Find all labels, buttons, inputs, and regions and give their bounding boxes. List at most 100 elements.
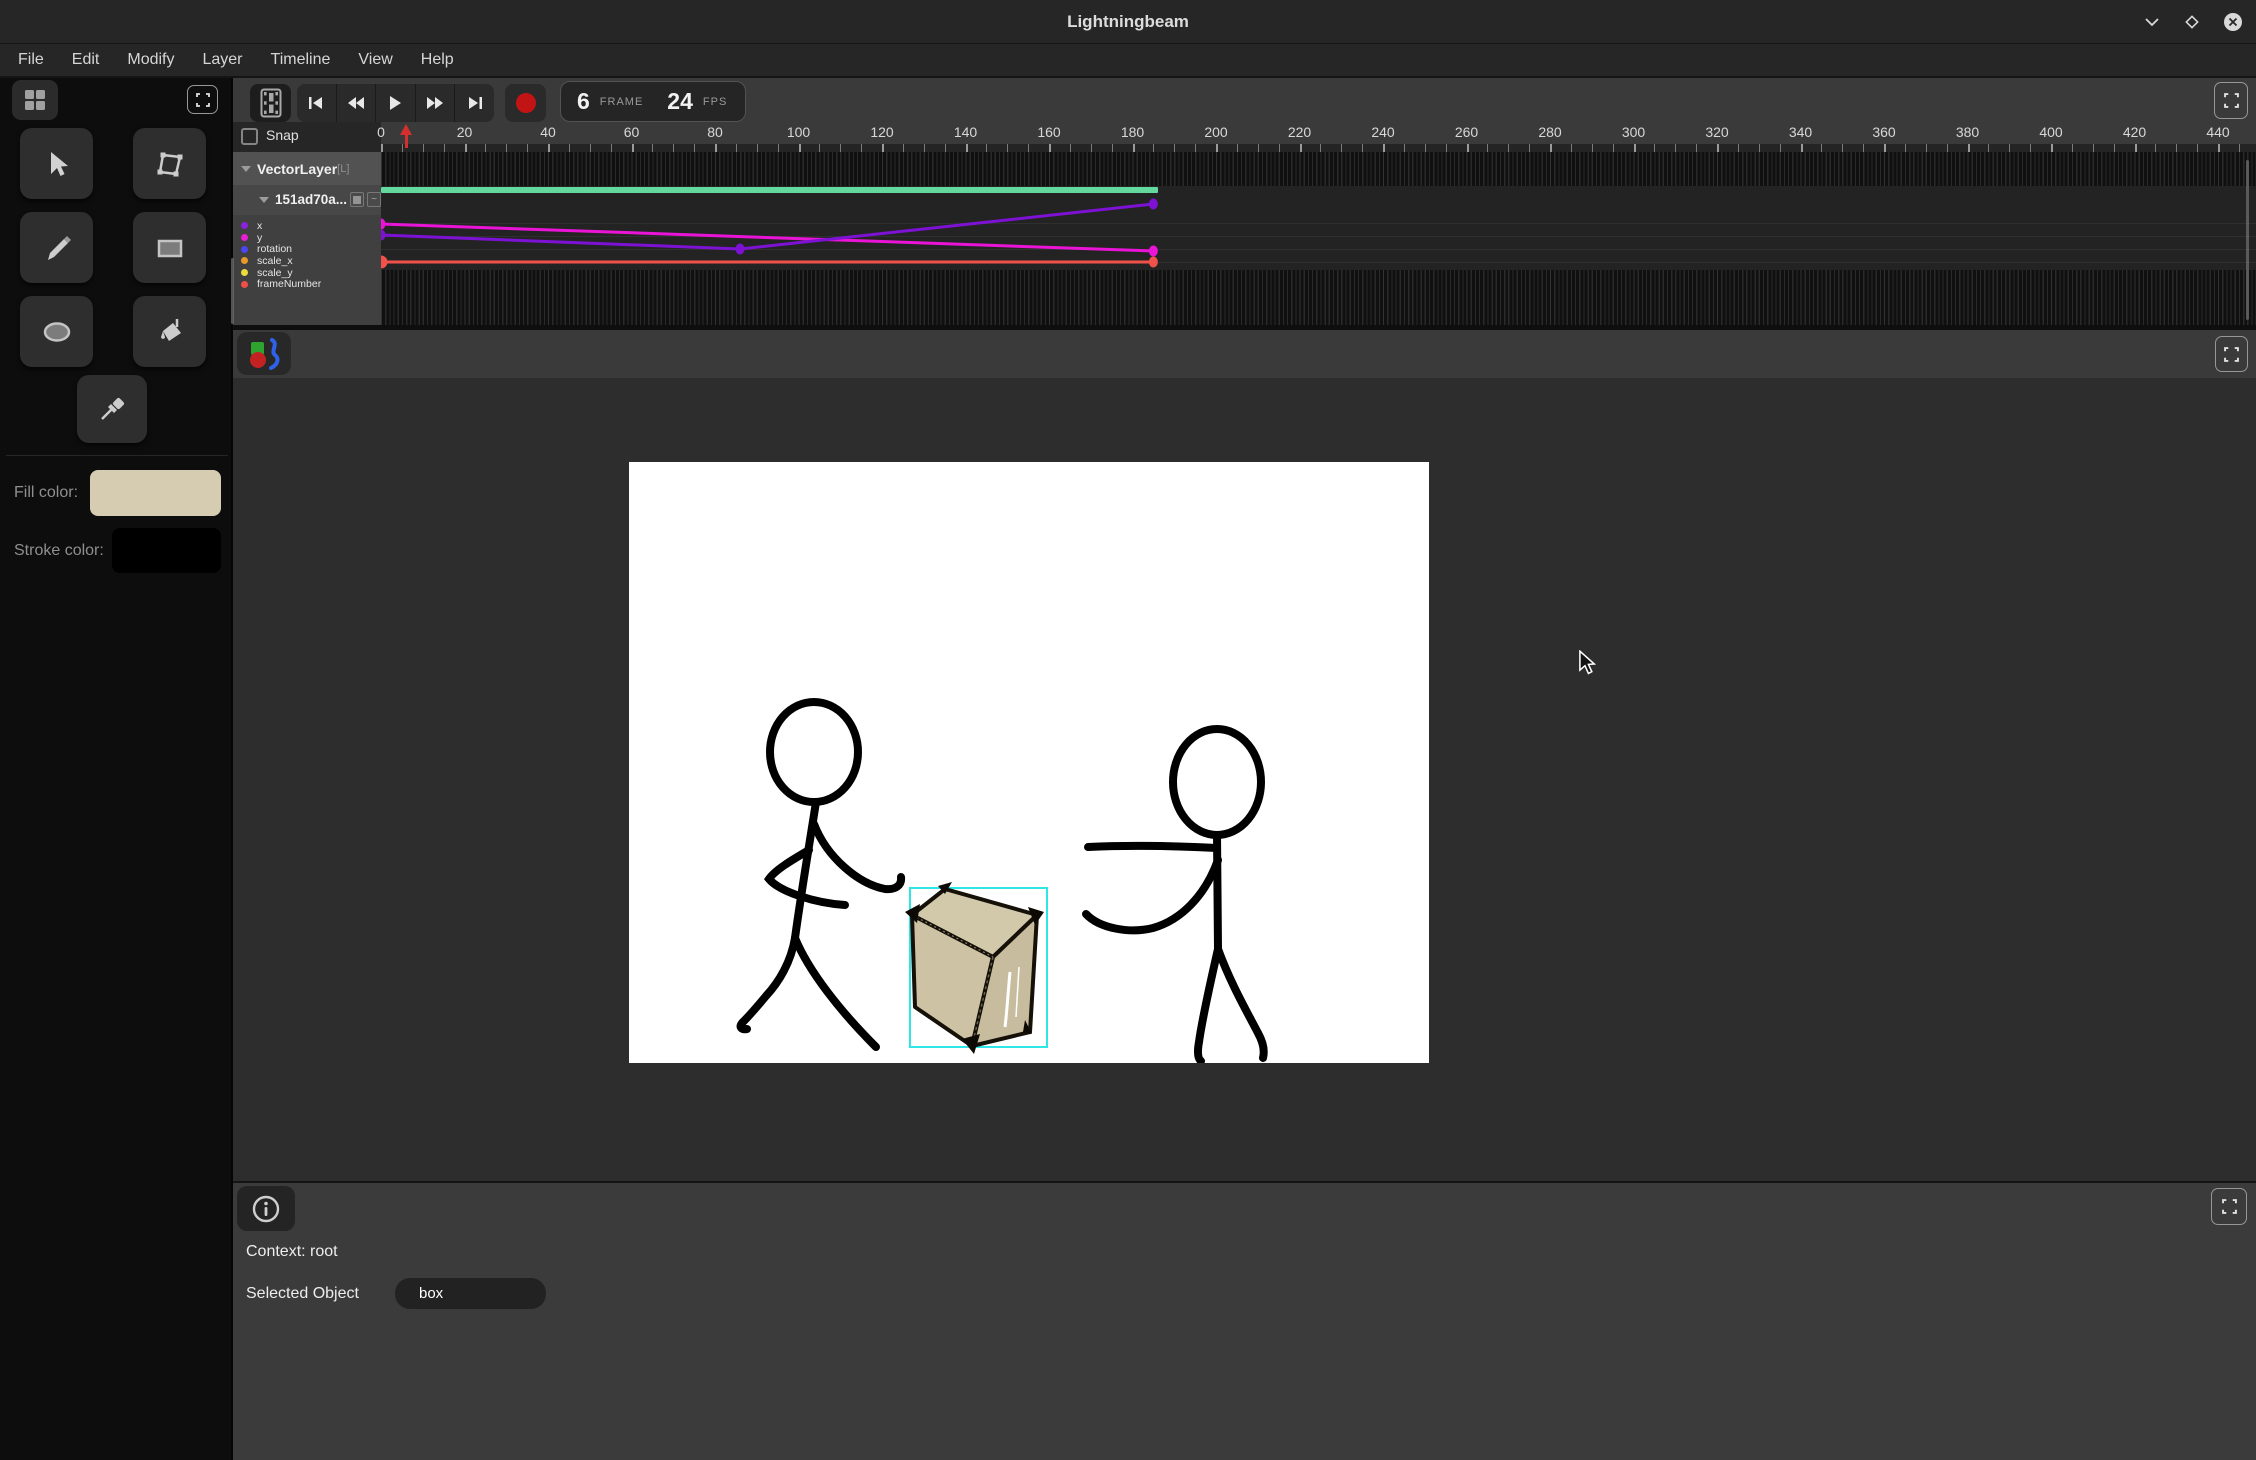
close-icon[interactable]	[2222, 11, 2244, 33]
property-row-rotation[interactable]: rotation	[233, 243, 381, 255]
ruler-label: 60	[602, 124, 662, 140]
keyframe-frameNumber[interactable]	[1149, 257, 1158, 268]
skip-to-end-button[interactable]	[455, 84, 494, 122]
titlebar: Lightningbeam	[0, 0, 2256, 44]
skip-to-start-button[interactable]	[297, 84, 337, 122]
fill-color-swatch[interactable]	[90, 470, 221, 516]
fast-forward-button[interactable]	[416, 84, 456, 122]
ruler-label: 100	[769, 124, 829, 140]
ellipse-tool-button[interactable]	[20, 296, 93, 367]
keyframe-y[interactable]	[381, 219, 386, 230]
layer-row-vectorlayer[interactable]: VectorLayer [L]	[233, 152, 381, 185]
info-button[interactable]	[237, 1186, 295, 1231]
tool-sidebar: Fill color: Stroke color:	[0, 78, 233, 1460]
collapse-triangle-icon[interactable]	[259, 197, 269, 203]
timeline-track[interactable]	[381, 152, 2256, 325]
ruler-label: 400	[2021, 124, 2081, 140]
property-curves[interactable]	[381, 152, 2256, 325]
stroke-color-swatch[interactable]	[112, 528, 221, 573]
tools-grid-button[interactable]	[12, 80, 58, 120]
ruler-label: 380	[1938, 124, 1998, 140]
ruler-label: 420	[2105, 124, 2165, 140]
property-row-frameNumber[interactable]: frameNumber	[233, 278, 381, 290]
frame-value[interactable]: 6	[577, 88, 590, 115]
menu-modify[interactable]: Modify	[113, 44, 188, 76]
play-button[interactable]	[376, 84, 416, 122]
fps-value[interactable]: 24	[667, 88, 693, 115]
timeline-expand-button[interactable]	[2214, 82, 2248, 119]
object-toggle-square-button[interactable]	[350, 192, 364, 207]
sidebar-expand-button[interactable]	[187, 85, 218, 114]
shapes-icon	[245, 336, 283, 372]
filled-square-icon	[353, 196, 361, 204]
rectangle-tool-button[interactable]	[133, 212, 206, 283]
keyframe-frameNumber[interactable]	[381, 256, 388, 269]
film-button[interactable]	[250, 84, 291, 122]
ruler-label: 300	[1604, 124, 1664, 140]
property-color-dot	[241, 281, 248, 288]
property-row-scale_y[interactable]: scale_y	[233, 267, 381, 279]
expand-icon	[2224, 93, 2239, 108]
expand-icon	[2222, 1199, 2237, 1214]
pencil-icon	[40, 231, 74, 265]
fill-color-label: Fill color:	[14, 484, 78, 502]
menu-layer[interactable]: Layer	[188, 44, 256, 76]
canvas-header	[233, 330, 2256, 378]
timeline-ruler[interactable]: 0204060801001201401601802002202402602803…	[381, 122, 2256, 152]
divider	[6, 455, 228, 456]
transform-tool-button[interactable]	[133, 128, 206, 199]
property-name: rotation	[257, 243, 292, 255]
paint-bucket-icon	[153, 315, 187, 349]
inspector-expand-button[interactable]	[2211, 1188, 2247, 1225]
menu-view[interactable]: View	[344, 44, 406, 76]
tilde-icon: ~	[371, 196, 377, 204]
paint-bucket-tool-button[interactable]	[133, 296, 206, 367]
timeline-scrollbar[interactable]	[2246, 160, 2249, 320]
ruler-label: 160	[1019, 124, 1079, 140]
selected-object-field[interactable]: box	[395, 1278, 546, 1309]
property-row-scale_x[interactable]: scale_x	[233, 255, 381, 267]
rewind-icon	[347, 96, 365, 110]
object-row-151ad70a[interactable]: 151ad70a... ~	[233, 186, 381, 213]
property-row-y[interactable]: y	[233, 232, 381, 244]
drawing-stage[interactable]	[629, 462, 1429, 1063]
film-strip-icon	[260, 88, 282, 118]
select-tool-button[interactable]	[20, 128, 93, 199]
layer-scrollbar[interactable]	[231, 258, 234, 324]
ruler-label: 20	[435, 124, 495, 140]
property-name: frameNumber	[257, 278, 321, 290]
maximize-icon[interactable]	[2181, 11, 2203, 33]
snap-checkbox[interactable]	[241, 128, 258, 145]
grid-icon	[23, 88, 47, 112]
collapse-triangle-icon[interactable]	[241, 166, 251, 172]
menu-help[interactable]: Help	[407, 44, 468, 76]
canvas-panel	[233, 378, 2256, 1181]
menu-edit[interactable]: Edit	[58, 44, 114, 76]
eyedropper-tool-button[interactable]	[77, 375, 147, 443]
window-title: Lightningbeam	[0, 0, 2256, 44]
keyframe-x[interactable]	[1149, 199, 1158, 210]
record-button[interactable]	[505, 84, 546, 122]
minimize-icon[interactable]	[2141, 11, 2163, 33]
keyframe-y[interactable]	[1149, 246, 1158, 257]
stick-figure-right	[1086, 729, 1264, 1061]
ruler-label: 80	[685, 124, 745, 140]
property-color-dot	[241, 246, 248, 253]
object-toggle-tilde-button[interactable]: ~	[367, 192, 381, 207]
menu-file[interactable]: File	[4, 44, 58, 76]
shapes-button[interactable]	[237, 332, 291, 375]
property-color-dot	[241, 234, 248, 241]
rewind-button[interactable]	[337, 84, 377, 122]
select-cursor-icon	[40, 147, 74, 181]
frame-unit-label: FRAME	[600, 96, 644, 108]
keyframe-x[interactable]	[381, 230, 386, 241]
menu-timeline[interactable]: Timeline	[257, 44, 345, 76]
stroke-color-label: Stroke color:	[14, 542, 104, 560]
keyframe-x[interactable]	[736, 244, 745, 255]
property-name: scale_y	[257, 267, 293, 279]
curve-x[interactable]	[381, 204, 1153, 249]
pencil-tool-button[interactable]	[20, 212, 93, 283]
frame-fps-panel: 6 FRAME 24 FPS	[560, 81, 746, 122]
property-row-x[interactable]: x	[233, 220, 381, 232]
canvas-expand-button[interactable]	[2215, 336, 2248, 372]
